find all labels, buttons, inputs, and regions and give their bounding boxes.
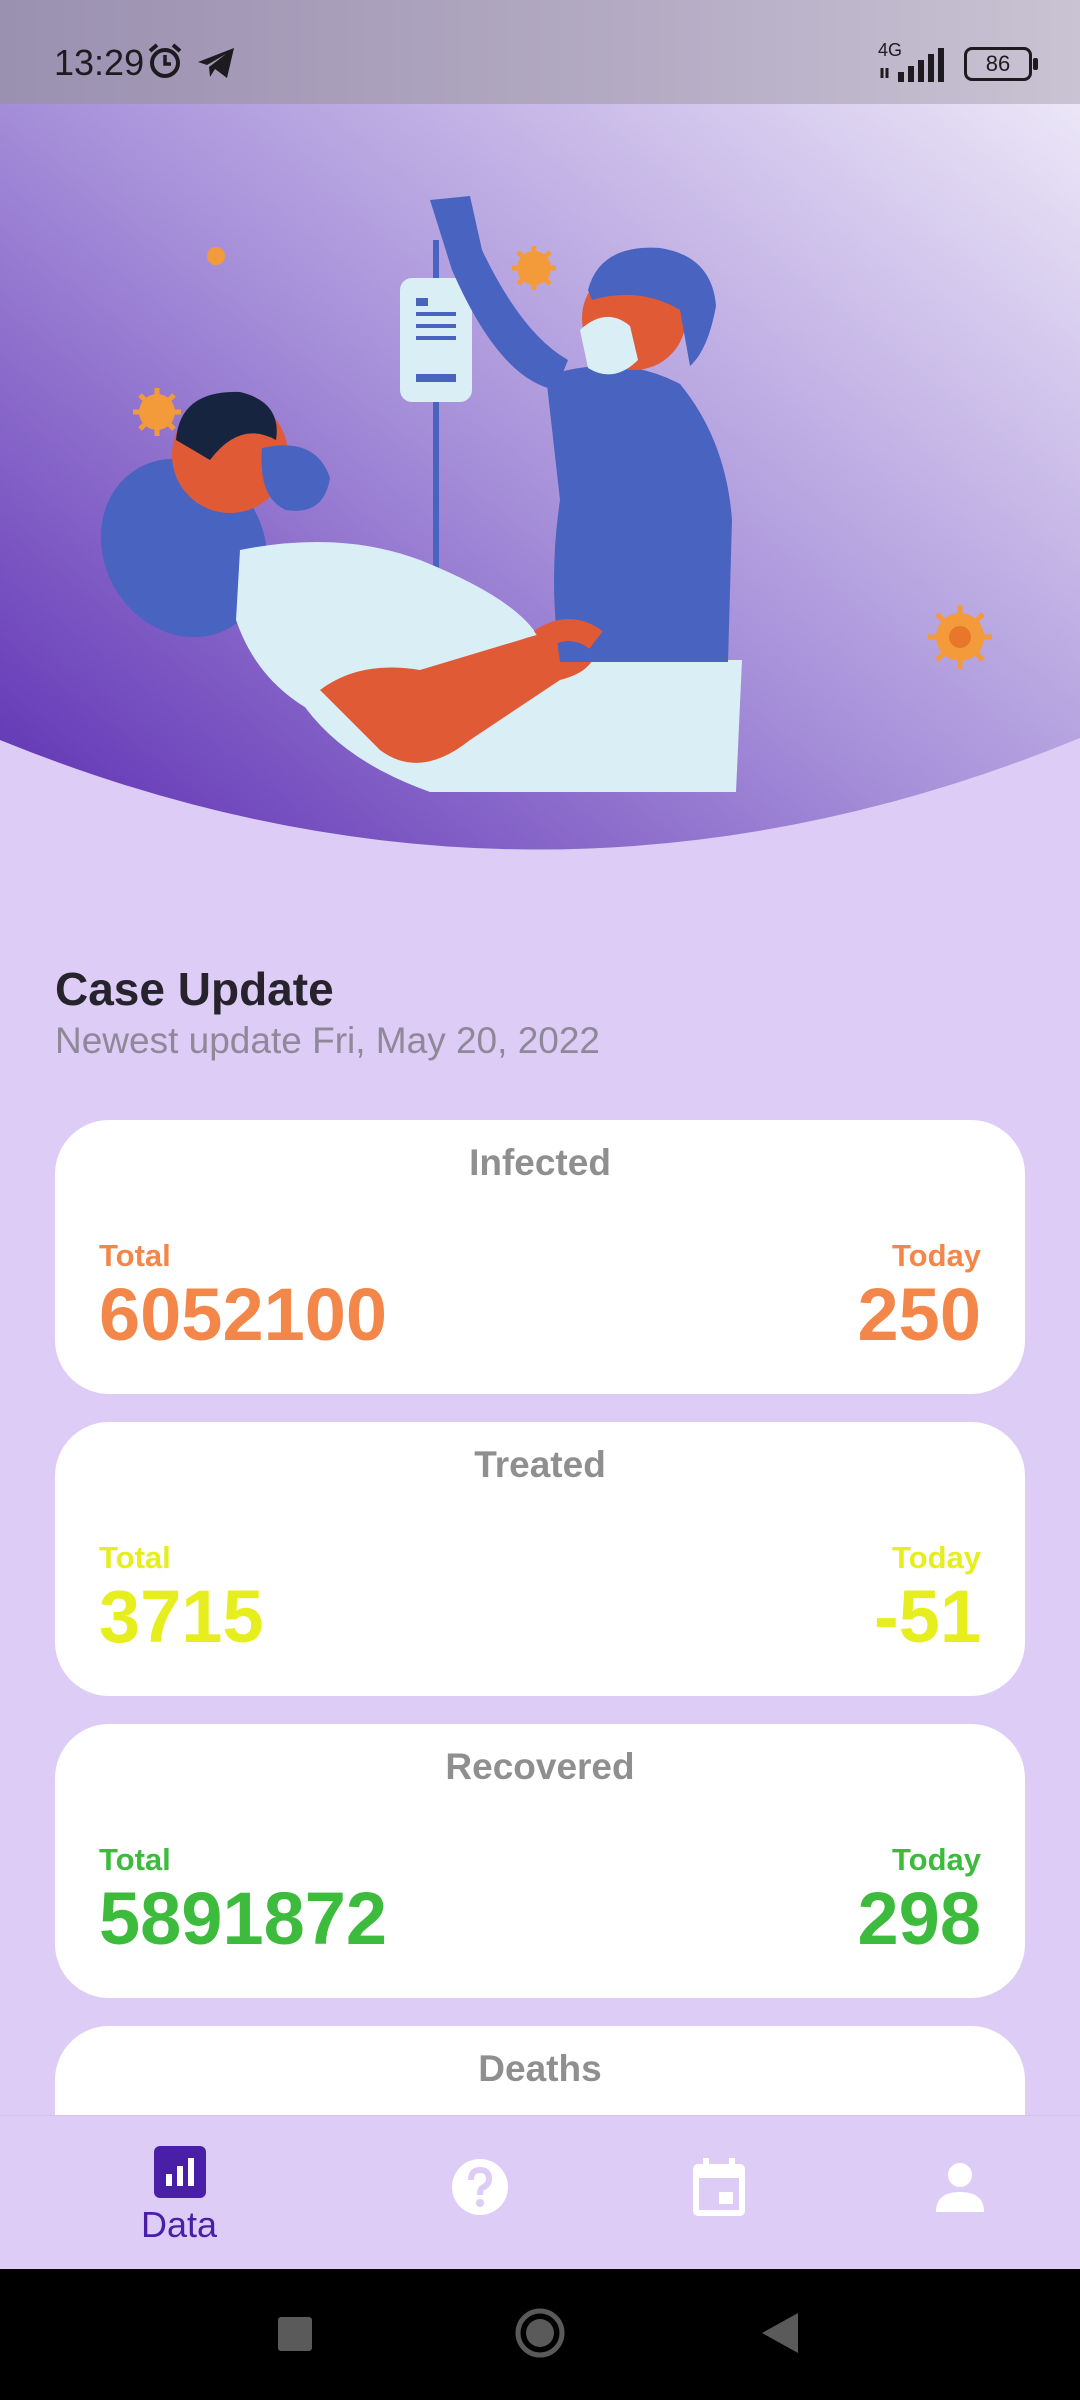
back-button[interactable] [762,2313,798,2358]
calendar-icon [693,2158,745,2221]
today-label: Today [892,1238,981,1273]
chart-icon [154,2146,206,2203]
nav-item-calendar[interactable] [585,2116,855,2270]
person-icon [935,2162,985,2217]
recovered-total: 5891872 [99,1877,388,1960]
telegram-icon [196,46,236,85]
infected-card[interactable]: Infected Total Today 6052100 250 [55,1120,1025,1394]
status-time: 13:29 [54,42,145,83]
total-label: Total [99,1842,171,1877]
card-title: Deaths [478,2048,602,2089]
nav-item-help[interactable] [345,2116,615,2270]
nav-item-profile[interactable] [825,2116,1080,2270]
treated-today: -51 [874,1575,981,1658]
card-title: Recovered [445,1746,635,1787]
nav-item-data[interactable]: Data [44,2116,314,2270]
total-label: Total [99,1238,171,1273]
card-title: Infected [469,1142,611,1183]
today-label: Today [892,1540,981,1575]
today-label: Today [892,1842,981,1877]
infected-today: 250 [857,1273,981,1356]
case-update-subtitle: Newest update Fri, May 20, 2022 [55,1020,601,1061]
recent-apps-button[interactable] [278,2317,312,2356]
case-update-title: Case Update [55,963,334,1015]
treated-total: 3715 [99,1575,264,1658]
battery-icon: 86 [964,47,1038,81]
alarm-icon [146,42,184,85]
system-navigation-bar [0,2269,1080,2400]
card-title: Treated [474,1444,606,1485]
treated-card[interactable]: Treated Total Today 3715 -51 [55,1422,1025,1696]
home-button[interactable] [514,2307,566,2364]
bottom-navigation: Data [0,2115,1080,2270]
help-icon [451,2158,509,2221]
hero-illustration [0,0,1080,850]
total-label: Total [99,1540,171,1575]
infected-total: 6052100 [99,1273,388,1356]
status-bar: 13:29 4G 86 [0,0,1080,104]
recovered-today: 298 [857,1877,981,1960]
recovered-card[interactable]: Recovered Total Today 5891872 298 [55,1724,1025,1998]
signal-icon: 4G [878,40,950,84]
nav-label-data: Data [140,2204,218,2245]
